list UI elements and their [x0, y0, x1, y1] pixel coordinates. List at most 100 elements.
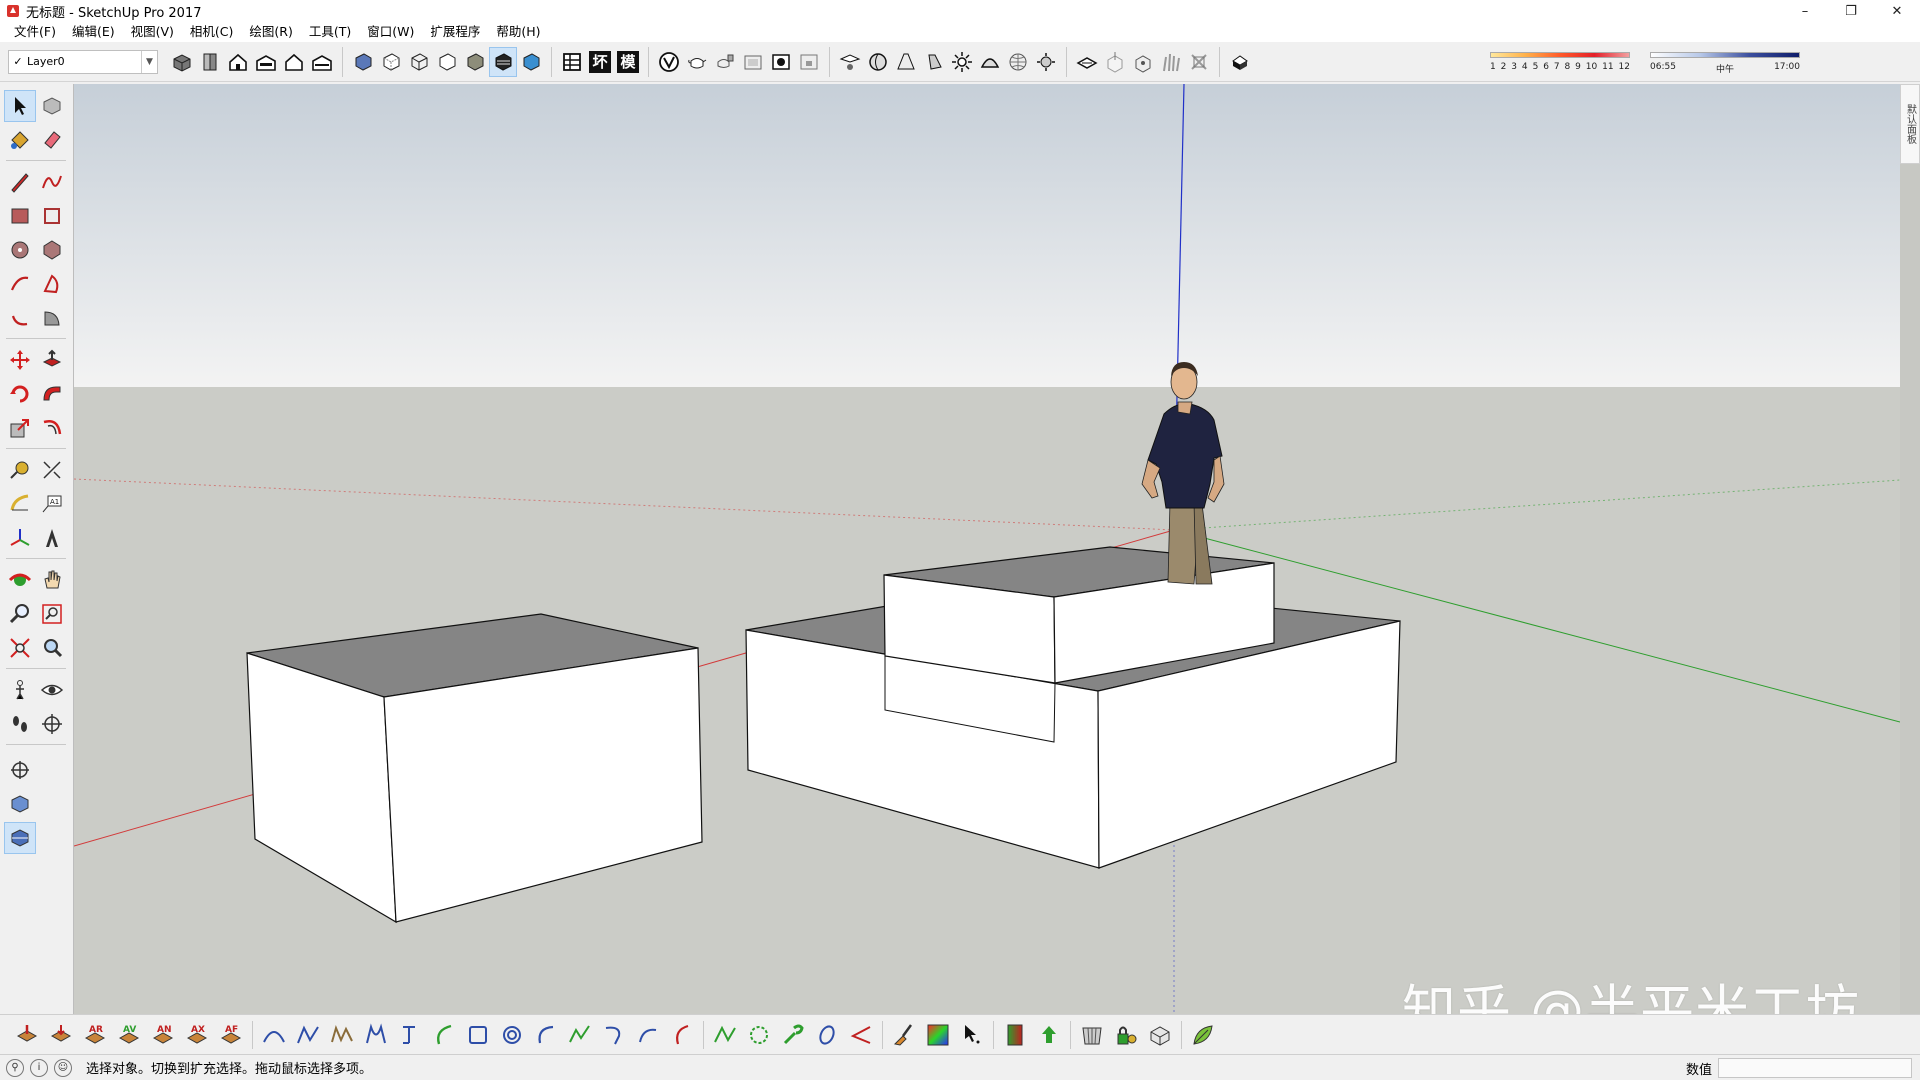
export-proxy-button[interactable] — [1101, 47, 1129, 77]
scene-canvas[interactable] — [74, 84, 1900, 1014]
section-cuts-button[interactable] — [4, 788, 36, 820]
interactive-render-button[interactable] — [711, 47, 739, 77]
render-settings-button[interactable] — [767, 47, 795, 77]
back-view-button[interactable] — [280, 47, 308, 77]
model-viewport[interactable] — [74, 84, 1900, 1014]
camera-light-button[interactable] — [836, 47, 864, 77]
shaded-textures-button[interactable] — [489, 46, 517, 77]
zoom-extents-button[interactable] — [4, 632, 36, 664]
select-pointer-button[interactable] — [955, 1018, 989, 1052]
bezier-button[interactable] — [257, 1018, 291, 1052]
geo-location-icon[interactable]: ⚲ — [6, 1058, 24, 1077]
circle-curve-button[interactable] — [742, 1018, 776, 1052]
shell-button[interactable] — [1075, 1018, 1109, 1052]
upload-button[interactable] — [1032, 1018, 1066, 1052]
follow-me-button[interactable] — [36, 378, 68, 410]
sector-button[interactable] — [844, 1018, 878, 1052]
look-around-button[interactable] — [36, 674, 68, 706]
stamp-tool-button[interactable] — [10, 1018, 44, 1052]
lock-button[interactable] — [1109, 1018, 1143, 1052]
arc-curve-button[interactable] — [427, 1018, 461, 1052]
move-tool-button[interactable] — [4, 344, 36, 376]
select-tool-button[interactable] — [4, 90, 36, 122]
lock-camera-button[interactable] — [795, 47, 823, 77]
red-arc-button[interactable] — [665, 1018, 699, 1052]
offset-tool-button[interactable] — [36, 412, 68, 444]
paint-bucket-button[interactable] — [4, 124, 36, 156]
clean-up-button[interactable] — [887, 1018, 921, 1052]
menu-edit[interactable]: 编辑(E) — [64, 22, 123, 42]
shadow-toggle-button[interactable] — [1226, 47, 1254, 77]
three-point-arc-button[interactable] — [4, 302, 36, 334]
spot-light-button[interactable] — [892, 47, 920, 77]
vray-button[interactable] — [655, 47, 683, 77]
ies-light-button[interactable] — [920, 47, 948, 77]
dimension-tool-button[interactable] — [36, 454, 68, 486]
xray-button[interactable] — [349, 47, 377, 77]
eraser-button[interactable] — [36, 124, 68, 156]
pie-tool-button[interactable] — [36, 302, 68, 334]
menu-tools[interactable]: 工具(T) — [301, 22, 359, 42]
monochrome-button[interactable] — [517, 47, 545, 77]
wireframe-button[interactable] — [405, 47, 433, 77]
menu-window[interactable]: 窗口(W) — [359, 22, 422, 42]
ar-tool-button[interactable]: AR — [78, 1018, 112, 1052]
leaf-button[interactable] — [1186, 1018, 1220, 1052]
spiral-button[interactable] — [495, 1018, 529, 1052]
menu-help[interactable]: 帮助(H) — [488, 22, 548, 42]
material-palette-button[interactable] — [921, 1018, 955, 1052]
orbit-tool-button[interactable] — [4, 564, 36, 596]
previous-view-button[interactable] — [36, 632, 68, 664]
av-tool-button[interactable]: AV — [112, 1018, 146, 1052]
time-slider[interactable]: 06:55 中午 17:00 — [1650, 52, 1800, 78]
text-tool-button[interactable]: A1 — [36, 488, 68, 520]
outliner-button[interactable] — [558, 47, 586, 77]
polyline-button[interactable] — [291, 1018, 325, 1052]
freehand-curve-button[interactable] — [325, 1018, 359, 1052]
menu-view[interactable]: 视图(V) — [123, 22, 182, 42]
zoom-tool-button[interactable] — [4, 598, 36, 630]
plugin-mo-button[interactable]: 模 — [614, 47, 642, 77]
drape-tool-button[interactable] — [44, 1018, 78, 1052]
rotated-rectangle-button[interactable] — [36, 200, 68, 232]
walk-tool-button[interactable] — [4, 708, 36, 740]
make-component-button[interactable] — [36, 90, 68, 122]
sphere-light-button[interactable] — [864, 47, 892, 77]
wrench-button[interactable] — [776, 1018, 810, 1052]
an-tool-button[interactable]: AN — [146, 1018, 180, 1052]
line-curve-button[interactable] — [708, 1018, 742, 1052]
arc-tool-button[interactable] — [4, 268, 36, 300]
left-view-button[interactable] — [308, 47, 336, 77]
section-fill-button[interactable] — [4, 822, 36, 854]
chevron-down-icon[interactable]: ▼ — [141, 50, 157, 73]
menu-file[interactable]: 文件(F) — [6, 22, 64, 42]
shaded-button[interactable] — [461, 47, 489, 77]
month-slider[interactable]: 1 2 3 4 5 6 7 8 9 10 11 12 — [1490, 52, 1630, 78]
axes-tool-button[interactable] — [4, 522, 36, 554]
hidden-line-button[interactable] — [433, 47, 461, 77]
polygon-tool-button[interactable] — [36, 234, 68, 266]
circle-tool-button[interactable] — [4, 234, 36, 266]
close-button[interactable]: ✕ — [1874, 0, 1920, 22]
fur-button[interactable] — [1157, 47, 1185, 77]
teapot-render-button[interactable] — [683, 47, 711, 77]
clipper-button[interactable] — [1185, 47, 1213, 77]
two-point-arc-button[interactable] — [36, 268, 68, 300]
menu-camera[interactable]: 相机(C) — [182, 22, 241, 42]
section-plane-button[interactable] — [36, 708, 68, 740]
plugin-huai-button[interactable]: 坏 — [586, 47, 614, 77]
import-proxy-button[interactable] — [1129, 47, 1157, 77]
3d-text-button[interactable] — [36, 522, 68, 554]
frame-buffer-button[interactable] — [739, 47, 767, 77]
rect-curve-button[interactable] — [461, 1018, 495, 1052]
minimize-button[interactable]: – — [1782, 0, 1828, 22]
measurements-input[interactable] — [1718, 1058, 1912, 1078]
pan-tool-button[interactable] — [36, 564, 68, 596]
info-icon[interactable]: i — [30, 1058, 48, 1077]
menu-draw[interactable]: 绘图(R) — [241, 22, 300, 42]
ax-tool-button[interactable]: AX — [180, 1018, 214, 1052]
tape-measure-button[interactable] — [4, 454, 36, 486]
zigzag-button[interactable] — [563, 1018, 597, 1052]
position-camera-button[interactable] — [4, 674, 36, 706]
gradient-material-button[interactable] — [998, 1018, 1032, 1052]
